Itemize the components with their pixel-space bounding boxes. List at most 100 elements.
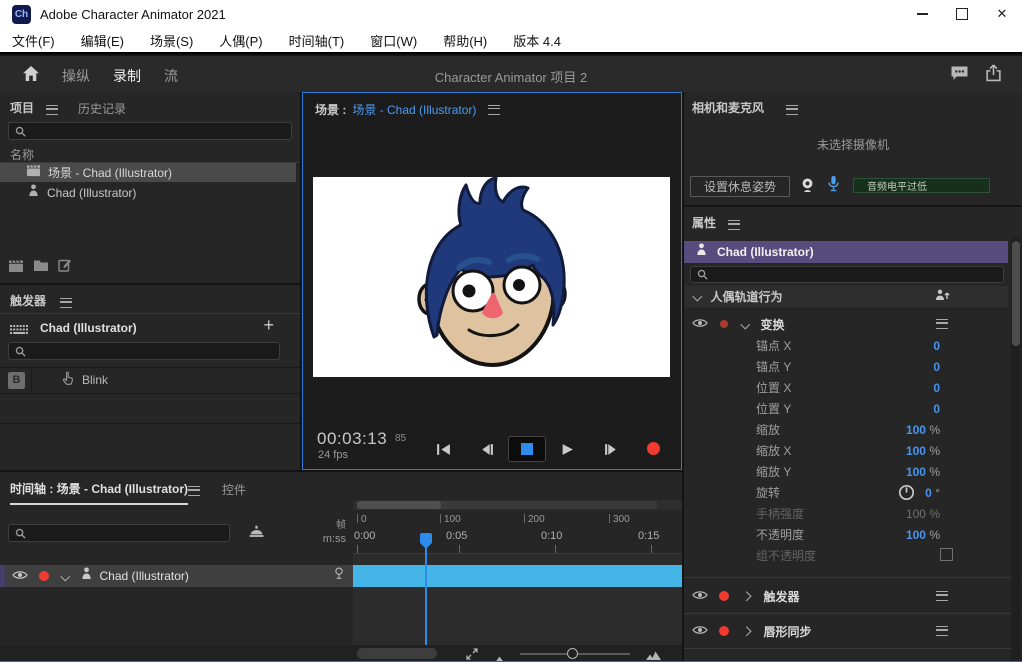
prop-value[interactable]: 0: [933, 381, 940, 395]
lipsync-group-row[interactable]: 唇形同步: [684, 619, 1008, 643]
minimize-button[interactable]: [902, 0, 942, 28]
chevron-right-icon[interactable]: [742, 626, 751, 635]
chevron-down-icon[interactable]: [61, 571, 70, 580]
fit-timeline-icon[interactable]: [466, 647, 478, 662]
prop-row-anchor-x[interactable]: 锚点 X 0: [684, 335, 1008, 356]
menu-help[interactable]: 帮助(H): [443, 31, 487, 50]
new-item-icon[interactable]: [58, 258, 73, 277]
menu-timeline[interactable]: 时间轴(T): [289, 31, 345, 50]
prop-value[interactable]: 0: [933, 339, 940, 353]
prop-value[interactable]: 100: [906, 465, 926, 479]
group-opacity-checkbox[interactable]: [940, 548, 953, 561]
timeline-hscrollbar[interactable]: [353, 500, 682, 510]
behavior-section-header[interactable]: 人偶轨道行为: [684, 286, 1008, 307]
arm-record-dot[interactable]: [719, 591, 729, 601]
project-panel-menu-icon[interactable]: [46, 105, 58, 115]
eye-icon[interactable]: [692, 315, 708, 333]
project-search-input[interactable]: [8, 122, 292, 140]
eye-icon[interactable]: [692, 587, 708, 605]
arm-record-dot[interactable]: [720, 320, 728, 328]
eye-icon[interactable]: [12, 567, 28, 585]
prop-value[interactable]: 100: [906, 528, 926, 542]
take-bar[interactable]: [353, 565, 682, 587]
pin-icon[interactable]: [333, 567, 345, 585]
trigger-row-blink[interactable]: B Blink: [0, 368, 300, 392]
zoom-slider-handle[interactable]: [567, 648, 578, 659]
add-behavior-icon[interactable]: [934, 288, 950, 306]
timeline-ruler[interactable]: 0 100 200 300 0:00 0:05 0:10 0:15: [353, 512, 682, 554]
triggers-panel-menu-icon[interactable]: [60, 298, 72, 308]
close-button[interactable]: ✕: [982, 0, 1022, 28]
prop-row-position-x[interactable]: 位置 X 0: [684, 377, 1008, 398]
prop-value[interactable]: 0: [933, 360, 940, 374]
arm-record-dot[interactable]: [39, 571, 49, 581]
prop-row-anchor-y[interactable]: 锚点 Y 0: [684, 356, 1008, 377]
hscrollbar-thumb[interactable]: [357, 501, 441, 509]
chevron-right-icon[interactable]: [742, 591, 751, 600]
set-rest-pose-button[interactable]: 设置休息姿势: [690, 176, 790, 197]
tab-timeline[interactable]: 时间轴 : 场景 - Chad (Illustrator): [10, 480, 188, 505]
scrollbar-thumb[interactable]: [1012, 241, 1020, 346]
scene-panel-menu-icon[interactable]: [488, 105, 500, 115]
timeline-panel-menu-icon[interactable]: [188, 486, 200, 496]
camera-panel-menu-icon[interactable]: [786, 105, 798, 115]
prop-row-scale[interactable]: 缩放 100 %: [684, 419, 1008, 440]
export-share-icon[interactable]: [985, 64, 1002, 87]
zoom-in-icon[interactable]: [645, 648, 662, 662]
arm-record-dot[interactable]: [719, 626, 729, 636]
eye-icon[interactable]: [692, 622, 708, 640]
eye-icon[interactable]: [692, 658, 708, 662]
scene-name-link[interactable]: 场景 - Chad (Illustrator): [352, 101, 476, 118]
prop-row-rotation[interactable]: 旋转 0 °: [684, 482, 1008, 503]
prop-row-position-y[interactable]: 位置 Y 0: [684, 398, 1008, 419]
timecode[interactable]: 00:03:13: [317, 429, 387, 449]
project-row-puppet[interactable]: Chad (Illustrator): [0, 183, 296, 202]
folder-icon[interactable]: [33, 259, 49, 277]
stop-button[interactable]: [508, 436, 546, 462]
bottom-hscrollbar-thumb[interactable]: [357, 648, 437, 659]
prop-row-opacity[interactable]: 不透明度 100 %: [684, 524, 1008, 545]
prop-row-scale-x[interactable]: 缩放 X 100 %: [684, 440, 1008, 461]
properties-scrollbar[interactable]: [1011, 237, 1021, 662]
menu-edit[interactable]: 编辑(E): [81, 31, 124, 50]
play-button[interactable]: [561, 443, 574, 461]
chevron-down-icon[interactable]: [741, 319, 750, 328]
lipsync-group-menu-icon[interactable]: [936, 626, 948, 636]
microphone-icon[interactable]: [827, 175, 840, 197]
prop-value[interactable]: 100: [906, 444, 926, 458]
tab-project[interactable]: 项目: [10, 99, 34, 124]
track-header-row[interactable]: Chad (Illustrator): [0, 565, 353, 587]
menu-file[interactable]: 文件(F): [12, 31, 55, 50]
tab-controls[interactable]: 控件: [222, 481, 246, 498]
scene-stage[interactable]: [313, 177, 670, 377]
new-scene-icon[interactable]: [8, 259, 24, 278]
add-trigger-button[interactable]: +: [263, 315, 274, 336]
menu-window[interactable]: 窗口(W): [370, 31, 417, 50]
properties-search-input[interactable]: [690, 266, 1004, 283]
prop-row-scale-y[interactable]: 缩放 Y 100 %: [684, 461, 1008, 482]
record-button[interactable]: [647, 442, 660, 455]
properties-panel-menu-icon[interactable]: [728, 220, 740, 230]
menu-scene[interactable]: 场景(S): [150, 31, 193, 50]
properties-puppet-row[interactable]: Chad (Illustrator): [684, 241, 1008, 263]
menu-puppet[interactable]: 人偶(P): [219, 31, 262, 50]
feedback-icon[interactable]: [950, 65, 969, 87]
snapshot-icon[interactable]: [248, 524, 265, 544]
triggers-group-row[interactable]: 触发器: [684, 584, 1008, 608]
project-row-scene[interactable]: 场景 - Chad (Illustrator): [0, 163, 296, 182]
transform-menu-icon[interactable]: [936, 319, 948, 329]
transform-group-row[interactable]: 变换: [684, 313, 1008, 335]
zoom-out-icon[interactable]: [494, 650, 505, 662]
prop-value[interactable]: 100: [906, 423, 926, 437]
clipped-group-row[interactable]: [684, 655, 1008, 662]
go-to-start-button[interactable]: [436, 443, 451, 461]
triggers-group-menu-icon[interactable]: [936, 591, 948, 601]
next-frame-button[interactable]: [604, 443, 619, 461]
tab-history[interactable]: 历史记录: [78, 100, 126, 117]
prop-value[interactable]: 0: [933, 402, 940, 416]
prop-value[interactable]: 0: [925, 486, 932, 500]
webcam-icon[interactable]: [800, 177, 815, 198]
timeline-search-input[interactable]: [8, 524, 230, 542]
previous-frame-button[interactable]: [479, 443, 494, 461]
column-header-name[interactable]: 名称: [10, 146, 34, 163]
